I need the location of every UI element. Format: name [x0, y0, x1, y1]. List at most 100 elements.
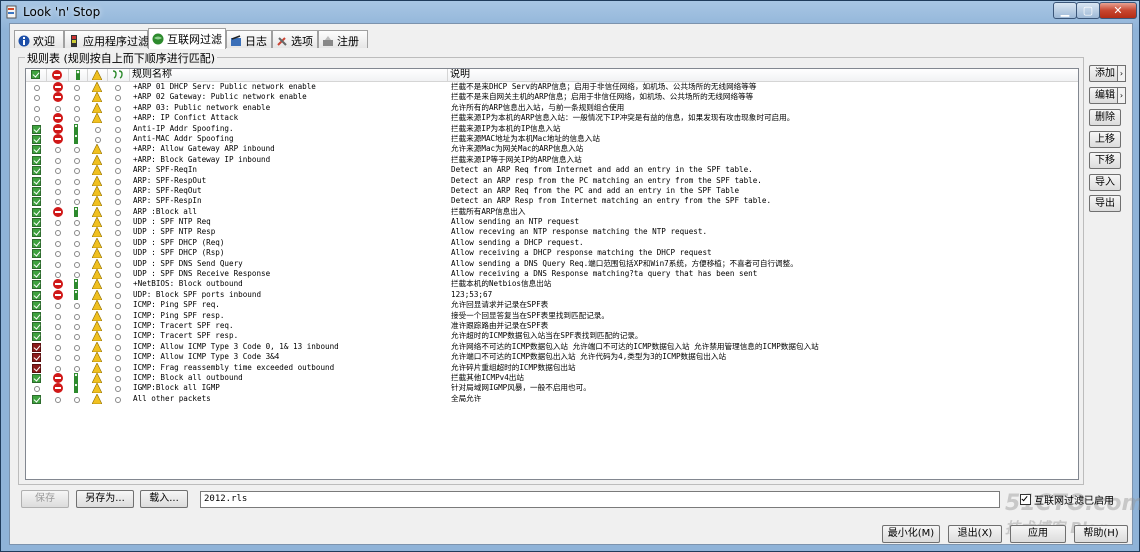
- rule-enabled-checkbox[interactable]: [32, 332, 41, 342]
- col-desc-header[interactable]: 说明: [448, 69, 1078, 81]
- rule-row[interactable]: +ARP: IP Confict Attack 拦截来源IP为本机的ARP信息入站…: [26, 113, 1078, 124]
- rule-enabled-checkbox[interactable]: [32, 134, 41, 144]
- rule-row[interactable]: ARP :Block all 拦截所有ARP信息出入: [26, 206, 1078, 217]
- rule-row[interactable]: +ARP: Allow Gateway ARP inbound 允许来源Mac为网…: [26, 144, 1078, 155]
- col-traffic-header[interactable]: [69, 69, 88, 81]
- rule-row[interactable]: UDP : SPF NTP Resp Allow receving an NTP …: [26, 227, 1078, 238]
- rule-enabled-checkbox[interactable]: [32, 342, 41, 352]
- rule-enabled-checkbox[interactable]: [32, 155, 41, 165]
- rule-enabled-checkbox[interactable]: [32, 186, 41, 196]
- rule-row[interactable]: ARP: SPF-RespOut Detect an ARP resp from …: [26, 175, 1078, 186]
- rule-enabled-checkbox[interactable]: [32, 207, 41, 217]
- rule-enabled-checkbox[interactable]: [32, 124, 41, 134]
- rule-row[interactable]: ICMP: Tracert SPF resp. 允许超时的ICMP数据包入站当在S…: [26, 331, 1078, 342]
- rule-enabled-checkbox[interactable]: [32, 394, 41, 404]
- rule-enabled-checkbox[interactable]: [32, 311, 41, 321]
- exit-button[interactable]: 退出(X): [948, 525, 1002, 543]
- col-log-header[interactable]: [108, 69, 130, 81]
- edit-dropdown-arrow[interactable]: ›: [1117, 87, 1126, 104]
- rule-disabled-dot[interactable]: [34, 116, 40, 123]
- rules-list[interactable]: 规则名称 说明 +ARP 01 DHCP Serv: Public networ…: [25, 68, 1079, 480]
- save-button[interactable]: 保存: [21, 490, 69, 508]
- minimize-button[interactable]: 最小化(M): [882, 525, 940, 543]
- apply-button[interactable]: 应用: [1010, 525, 1066, 543]
- rule-enabled-checkbox[interactable]: [32, 197, 41, 207]
- add-dropdown-arrow[interactable]: ›: [1117, 65, 1126, 82]
- rule-enabled-checkbox[interactable]: [32, 176, 41, 186]
- tab-app-filter[interactable]: 应用程序过滤: [64, 30, 149, 48]
- rule-row[interactable]: Anti-IP Addr Spoofing. 拦截来源IP为本机的IP信息入站: [26, 123, 1078, 134]
- rule-row[interactable]: ICMP: Allow ICMP Type 3 Code 3&4 允许端口不可达的…: [26, 352, 1078, 363]
- rule-enabled-checkbox[interactable]: [32, 270, 41, 280]
- rule-enabled-checkbox[interactable]: [32, 280, 41, 290]
- move-down-button[interactable]: 下移: [1089, 152, 1121, 169]
- rule-row[interactable]: ICMP: Block all outbound 拦截其他ICMPv4出站: [26, 372, 1078, 383]
- rule-row[interactable]: +ARP: Block Gateway IP inbound 拦截来源IP等于网关…: [26, 154, 1078, 165]
- rule-row[interactable]: UDP : SPF DHCP (Req) Allow sending a DHCP…: [26, 237, 1078, 248]
- col-block-header[interactable]: [47, 69, 69, 81]
- rule-enabled-checkbox[interactable]: [32, 321, 41, 331]
- col-enabled-header[interactable]: [26, 69, 47, 81]
- rule-enabled-checkbox[interactable]: [32, 363, 41, 373]
- tab-welcome[interactable]: 欢迎: [14, 30, 64, 48]
- rule-row[interactable]: ARP: SPF-ReqOut Detect an ARP Req from th…: [26, 185, 1078, 196]
- rule-row[interactable]: ICMP: Tracert SPF req. 准许跟踪路由并记录在SPF表: [26, 320, 1078, 331]
- maximize-window-button[interactable]: ▢: [1076, 2, 1100, 19]
- title-bar[interactable]: Look 'n' Stop ▁ ▢ ✕: [1, 1, 1139, 23]
- rule-enabled-checkbox[interactable]: [32, 290, 41, 300]
- rule-row[interactable]: ICMP: Ping SPF req. 允许回显请求并记录在SPF表: [26, 300, 1078, 311]
- rule-row[interactable]: IGMP:Block all IGMP 针对局域网IGMP风暴，一般不启用也可。: [26, 383, 1078, 394]
- filename-field[interactable]: 2012.rls: [200, 491, 1000, 508]
- close-window-button[interactable]: ✕: [1099, 2, 1137, 19]
- move-up-button[interactable]: 上移: [1089, 131, 1121, 148]
- rule-disabled-dot[interactable]: [34, 105, 40, 112]
- rule-disabled-dot[interactable]: [34, 85, 40, 91]
- filter-enabled-checkbox[interactable]: 互联网过滤已启用: [1020, 492, 1114, 507]
- rules-group: 规则表 (规则按自上而下顺序进行匹配) 规则名称 说明 +ARP 01 DHCP…: [18, 50, 1084, 485]
- minimize-window-button[interactable]: ▁: [1053, 2, 1077, 19]
- rule-row[interactable]: ARP: SPF-RespIn Detect an ARP Resp from I…: [26, 196, 1078, 207]
- rule-row[interactable]: UDP : SPF NTP Req Allow sending an NTP re…: [26, 217, 1078, 228]
- rule-row[interactable]: +ARP 01 DHCP Serv: Public network enable…: [26, 82, 1078, 92]
- tab-log[interactable]: 日志: [226, 30, 272, 48]
- rule-row[interactable]: ICMP: Frag reassembly time exceeded outb…: [26, 362, 1078, 373]
- empty-dot: [115, 147, 121, 154]
- warning-icon: [92, 269, 102, 280]
- import-button[interactable]: 导入: [1089, 174, 1121, 191]
- rule-row[interactable]: UDP: Block SPF ports inbound 123;53;67: [26, 289, 1078, 300]
- rule-row[interactable]: ICMP: Ping SPF resp. 接受一个回显答复当在SPF表里找到匹配记…: [26, 310, 1078, 321]
- rule-enabled-checkbox[interactable]: [32, 218, 41, 228]
- rule-row[interactable]: UDP : SPF DHCP (Rsp) Allow receiving a DH…: [26, 248, 1078, 259]
- rule-enabled-checkbox[interactable]: [32, 249, 41, 259]
- tab-internet-filter[interactable]: 互联网过滤: [148, 28, 226, 49]
- close-icon: ✕: [1113, 4, 1123, 17]
- rule-enabled-checkbox[interactable]: [32, 228, 41, 238]
- load-button[interactable]: 载入...: [140, 490, 188, 508]
- delete-button[interactable]: 删除: [1089, 109, 1121, 126]
- rule-row[interactable]: +ARP 02 Gateway: Public network enable 拦截…: [26, 92, 1078, 103]
- rule-enabled-checkbox[interactable]: [32, 301, 41, 311]
- rule-row[interactable]: ICMP: Allow ICMP Type 3 Code 0, 1& 13 in…: [26, 341, 1078, 352]
- rule-enabled-checkbox[interactable]: [32, 145, 41, 155]
- rule-enabled-checkbox[interactable]: [32, 259, 41, 269]
- rule-row[interactable]: UDP : SPF DNS Receive Response Allow rece…: [26, 269, 1078, 280]
- export-button[interactable]: 导出: [1089, 195, 1121, 212]
- rule-row[interactable]: +NetBIOS: Block outbound 拦截本机的Netbios信息出站: [26, 279, 1078, 290]
- rule-enabled-checkbox[interactable]: [32, 166, 41, 176]
- rule-row[interactable]: +ARP 03: Public network enable 允许所有的ARP信息…: [26, 102, 1078, 113]
- save-as-button[interactable]: 另存为...: [76, 490, 134, 508]
- rule-enabled-checkbox[interactable]: [32, 373, 41, 383]
- col-alert-header[interactable]: [88, 69, 108, 81]
- col-name-header[interactable]: 规则名称: [130, 69, 448, 81]
- rule-row[interactable]: Anti-MAC Addr Spoofing 拦截来源MAC地址为本机Mac地址的…: [26, 133, 1078, 144]
- rule-row[interactable]: All other packets 全局允许: [26, 393, 1078, 404]
- rule-enabled-checkbox[interactable]: [32, 353, 41, 363]
- tab-register[interactable]: 注册: [318, 30, 368, 48]
- help-button[interactable]: 帮助(H): [1074, 525, 1128, 543]
- rule-row[interactable]: ARP: SPF-ReqIn Detect an ARP Req from Int…: [26, 165, 1078, 176]
- rule-disabled-dot[interactable]: [34, 386, 40, 393]
- tab-options[interactable]: 选项: [272, 30, 318, 48]
- rule-disabled-dot[interactable]: [34, 95, 40, 102]
- rule-row[interactable]: UDP : SPF DNS Send Query Allow sending a …: [26, 258, 1078, 269]
- rule-enabled-checkbox[interactable]: [32, 238, 41, 248]
